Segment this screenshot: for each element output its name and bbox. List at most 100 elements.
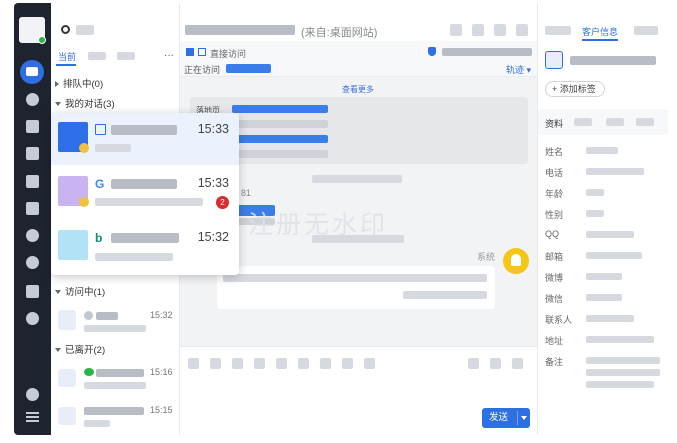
tab-current[interactable]: 当前 [58, 50, 76, 63]
toolbar-icon[interactable] [232, 358, 243, 369]
online-status-dot [38, 36, 46, 44]
field-value[interactable] [586, 336, 654, 343]
chevron-down-icon [55, 102, 61, 107]
field-value[interactable] [586, 231, 634, 238]
bell-icon[interactable] [26, 388, 39, 401]
search-icon[interactable] [61, 25, 70, 34]
aperture-icon[interactable] [26, 256, 39, 269]
toolbar-icon[interactable] [468, 358, 479, 369]
field-value[interactable] [586, 168, 644, 175]
gear-icon[interactable] [26, 312, 39, 325]
shield-icon [428, 47, 436, 56]
list-item[interactable]: 15:16 [54, 363, 177, 395]
search-input[interactable] [76, 25, 94, 35]
chat-header: (来自:桌面网站) [180, 3, 537, 41]
header-action-icon[interactable] [494, 24, 506, 36]
toolbar-icon[interactable] [342, 358, 353, 369]
visitor-origin: (来自:桌面网站) [301, 27, 378, 39]
chevron-down-icon [55, 348, 61, 353]
robot-icon[interactable] [26, 285, 39, 298]
field-label: 性别 [545, 210, 564, 220]
new-conversation-popup: 15:33 G 15:33 2 b 15:32 [51, 113, 239, 275]
list-item[interactable]: G 15:33 2 [51, 167, 239, 219]
toolbar-icon[interactable] [188, 358, 199, 369]
field-value[interactable] [586, 252, 642, 259]
field-label: 邮箱 [545, 252, 564, 262]
contacts-icon[interactable] [26, 175, 39, 188]
desktop-icon [58, 407, 76, 425]
bing-icon: b [95, 231, 103, 245]
chart-icon[interactable] [26, 202, 39, 215]
field-label: 联系人 [545, 315, 573, 325]
header-action-icon[interactable] [516, 24, 528, 36]
field-label: QQ [545, 229, 560, 239]
bell-icon [511, 254, 521, 266]
toolbar-icon[interactable] [254, 358, 265, 369]
more-icon[interactable]: ··· [164, 50, 174, 61]
cloud-icon[interactable] [26, 229, 39, 242]
toolbar-icon[interactable] [276, 358, 287, 369]
field-value[interactable] [586, 210, 604, 217]
list-item-time: 15:16 [150, 367, 173, 377]
group-queue[interactable]: 排队中(0) [55, 76, 103, 90]
list-item[interactable]: b 15:32 [51, 221, 239, 273]
tab-placeholder[interactable] [88, 52, 106, 60]
tab-placeholder[interactable] [545, 26, 571, 35]
system-message [217, 266, 495, 309]
visit-info-bar: 直接访问 正在访问 轨迹 ▾ [180, 41, 537, 77]
customer-info-panel: 客户信息 + 添加标签 资料 姓名 电话 年龄 性别 QQ 邮箱 微博 微信 联… [537, 3, 668, 435]
field-value[interactable] [586, 189, 604, 196]
add-tag-button[interactable]: + 添加标签 [545, 81, 605, 97]
section-title: 资料 [545, 119, 564, 129]
tab-customer-info[interactable]: 客户信息 [582, 25, 618, 38]
field-value[interactable] [586, 147, 618, 154]
header-action-icon[interactable] [472, 24, 484, 36]
send-button[interactable]: 发送 [482, 408, 530, 428]
field-label: 微博 [545, 273, 564, 283]
list-item-time: 15:32 [150, 310, 173, 320]
group-left[interactable]: 已离开(2) [55, 342, 105, 356]
windows-icon [186, 48, 194, 56]
toolbar-icon[interactable] [490, 358, 501, 369]
field-value[interactable] [586, 294, 622, 301]
field-label: 姓名 [545, 147, 564, 157]
tab-placeholder[interactable] [117, 52, 135, 60]
message-icon[interactable] [26, 147, 39, 160]
field-value[interactable] [586, 315, 634, 322]
field-value[interactable] [586, 273, 622, 280]
chevron-down-icon[interactable] [521, 416, 527, 420]
toolbar-icon[interactable] [210, 358, 221, 369]
landing-card: 落地页 [190, 97, 528, 164]
list-item-time: 15:15 [150, 405, 173, 415]
calendar-icon[interactable] [26, 120, 39, 133]
toolbar-icon[interactable] [320, 358, 331, 369]
toolbar-icon[interactable] [364, 358, 375, 369]
toolbar-icon[interactable] [512, 358, 523, 369]
track-button[interactable]: 轨迹 ▾ [506, 63, 531, 76]
partial-number: 81 [241, 188, 252, 198]
list-item[interactable]: 15:33 [51, 113, 239, 165]
toolbar-icon[interactable] [298, 358, 309, 369]
header-action-icon[interactable] [450, 24, 462, 36]
item-time: 15:33 [197, 122, 229, 136]
current-page-link[interactable] [226, 64, 271, 73]
group-mine[interactable]: 我的对话(3) [55, 96, 115, 110]
avatar [58, 230, 88, 260]
system-label: 系统 [477, 252, 496, 262]
see-more-link[interactable]: 查看更多 [342, 84, 374, 95]
tab-placeholder[interactable] [634, 26, 658, 35]
clock-icon[interactable] [26, 93, 39, 106]
section-header: 资料 [538, 109, 668, 135]
browser-icon [198, 48, 206, 56]
left-rail [14, 3, 51, 435]
field-label: 地址 [545, 336, 564, 346]
list-item[interactable]: 15:32 [54, 306, 177, 338]
list-item[interactable]: 15:15 [54, 401, 177, 433]
chevron-down-icon [55, 290, 61, 295]
browser-icon [95, 124, 106, 135]
group-visiting[interactable]: 访问中(1) [55, 284, 105, 298]
desktop-icon [545, 51, 563, 69]
unread-badge: 2 [216, 196, 229, 209]
field-value[interactable] [586, 357, 660, 364]
direct-visit-label: 直接访问 [210, 49, 247, 59]
